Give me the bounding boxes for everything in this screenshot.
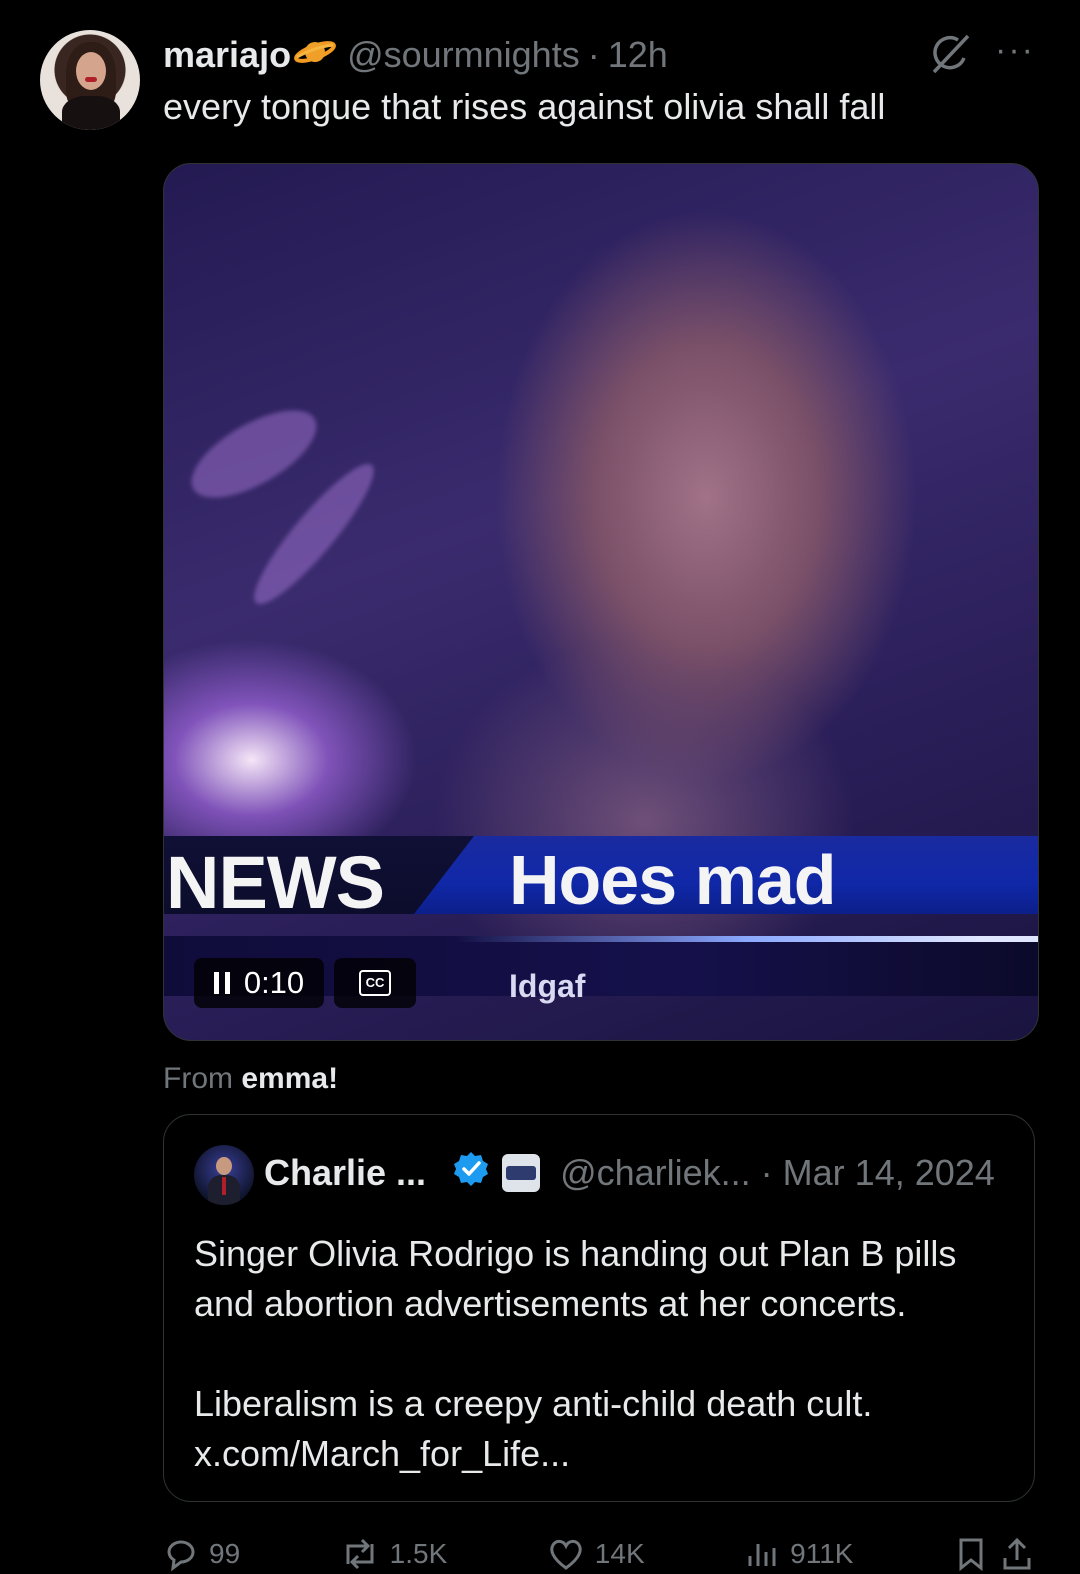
views-count: 911K [790,1538,854,1569]
quoted-line: Liberalism is a creepy anti-child death … [194,1383,873,1424]
reply-icon [167,1540,195,1572]
repost-icon [346,1538,374,1570]
grok-icon[interactable] [928,32,972,76]
action-bar: 99 1.5K 14K 911K [163,1534,1035,1574]
tweet-time[interactable]: 12h [608,34,668,76]
reply-button[interactable]: 99 [163,1534,240,1574]
quoted-tweet[interactable]: Charlie ... @charliek... · Mar 14, 2024 … [163,1114,1035,1502]
share-group [953,1534,1035,1574]
avatar-face [216,1157,232,1175]
news-label: NEWS [166,841,385,924]
avatar-face [76,52,106,90]
quoted-link[interactable]: x.com/March_for_Life... [194,1429,1014,1479]
captions-button[interactable]: CC [334,958,416,1008]
quoted-tweet-date: Mar 14, 2024 [782,1152,995,1193]
video-attribution: From emma! [163,1062,338,1096]
quoted-tweet-text: Singer Olivia Rodrigo is handing out Pla… [194,1229,1014,1479]
quoted-author-avatar [194,1145,254,1205]
light-flare [178,393,330,515]
pause-icon [213,972,230,994]
tweet-header: mariajo @sourmnights · 12h [163,33,668,77]
attribution-prefix: From [163,1062,233,1095]
tweet-text: every tongue that rises against olivia s… [163,86,886,127]
avatar-body [62,96,120,130]
author-handle[interactable]: @sourmnights [347,34,580,76]
quoted-line: Singer Olivia Rodrigo is handing out Pla… [194,1233,957,1324]
repost-count: 1.5K [389,1538,448,1569]
repost-button[interactable]: 1.5K [340,1534,448,1574]
heart-icon [550,1539,582,1570]
headline-text: Hoes mad [509,841,837,919]
ticker-text: Idgaf [509,968,586,1004]
reply-count: 99 [209,1538,241,1569]
separator: · [760,1152,773,1193]
verified-badge-icon [452,1150,490,1197]
views-icon [748,1544,776,1566]
author-avatar[interactable] [40,30,140,130]
captions-icon: CC [359,970,391,996]
separator: · [587,34,600,75]
quoted-tweet-header: Charlie ... @charliek... · Mar 14, 2024 [264,1151,995,1195]
like-count: 14K [594,1538,645,1569]
avatar-tie [222,1177,226,1195]
more-options-icon[interactable]: ··· [995,28,1035,72]
pause-button[interactable]: 0:10 [194,958,324,1008]
quoted-author-handle: @charliek... [560,1152,751,1193]
ticker-line [454,936,1038,942]
bookmark-icon[interactable] [953,1536,989,1572]
planet-emoji-icon [293,34,337,76]
views-button[interactable]: 911K [744,1534,853,1574]
video-elapsed-time: 0:10 [243,965,305,1000]
attribution-name[interactable]: emma! [241,1062,338,1095]
share-icon[interactable] [999,1536,1035,1572]
like-button[interactable]: 14K [547,1534,645,1574]
affiliation-badge-icon [502,1154,541,1192]
quoted-author-name: Charlie ... [264,1152,427,1193]
author-name[interactable]: mariajo [163,34,291,76]
avatar-lips [85,77,97,82]
video-player[interactable]: NEWS Hoes mad Idgaf 0:10 CC [163,163,1039,1041]
